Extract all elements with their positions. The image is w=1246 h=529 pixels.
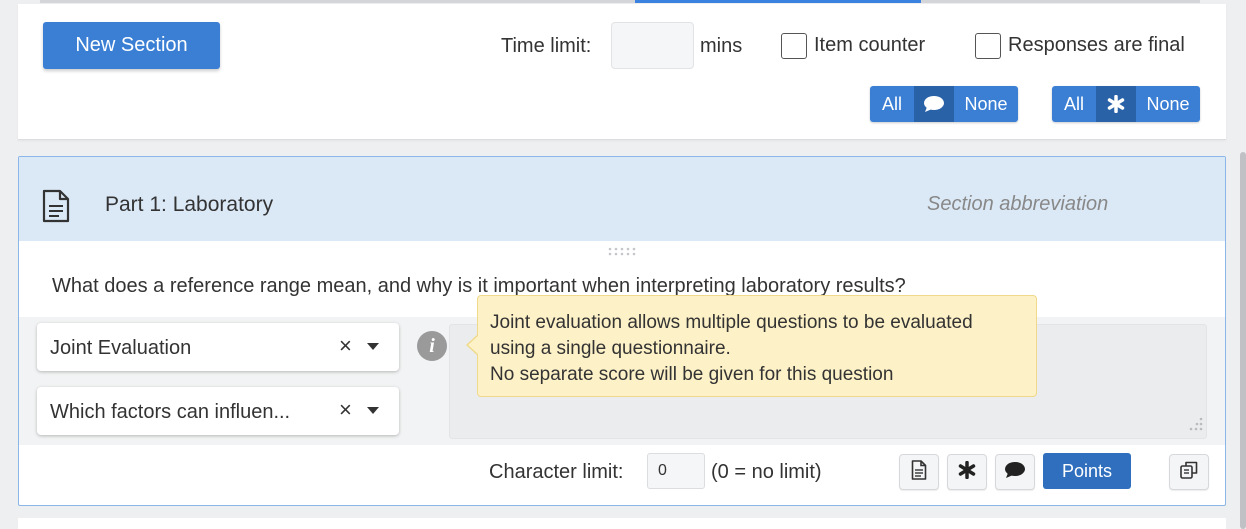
- asterisk-icon: [1096, 86, 1136, 122]
- section-header: Part 1: Laboratory Section abbreviation: [19, 157, 1225, 241]
- character-limit-label: Character limit:: [489, 461, 624, 483]
- top-tab-strip: [40, 0, 1200, 3]
- drag-handle-icon[interactable]: [607, 245, 639, 257]
- character-limit-hint: (0 = no limit): [711, 461, 822, 483]
- scrollbar[interactable]: [1240, 152, 1246, 529]
- tooltip-line: Joint evaluation allows multiple questio…: [490, 312, 973, 333]
- info-icon[interactable]: i: [417, 331, 447, 361]
- comment-button[interactable]: [995, 454, 1035, 490]
- tooltip-line: No separate score will be given for this…: [490, 364, 894, 385]
- clear-icon[interactable]: ×: [339, 333, 352, 359]
- copy-icon: [1179, 460, 1199, 485]
- document-icon: [911, 459, 927, 485]
- resize-handle-icon[interactable]: [1185, 415, 1205, 440]
- required-none-button[interactable]: None: [1136, 86, 1200, 122]
- comment-toggle-group: All None: [870, 86, 1018, 122]
- time-limit-unit: mins: [700, 35, 743, 57]
- responses-final-checkbox[interactable]: [975, 33, 1001, 59]
- clear-icon[interactable]: ×: [339, 397, 352, 423]
- comment-all-button[interactable]: All: [870, 86, 914, 122]
- points-button[interactable]: Points: [1043, 453, 1131, 489]
- asterisk-icon: [958, 460, 976, 484]
- toolbar-card: New Section Time limit: mins Item counte…: [18, 4, 1226, 140]
- item-counter-label: Item counter: [814, 34, 926, 56]
- section-title[interactable]: Part 1: Laboratory: [105, 193, 273, 217]
- required-all-button[interactable]: All: [1052, 86, 1096, 122]
- required-button[interactable]: [947, 454, 987, 490]
- comment-none-button[interactable]: None: [954, 86, 1018, 122]
- document-button[interactable]: [899, 454, 939, 490]
- speech-bubble-icon: [1004, 461, 1026, 484]
- new-section-button[interactable]: New Section: [43, 22, 220, 69]
- section-abbreviation-input[interactable]: Section abbreviation: [927, 193, 1108, 216]
- evaluation-select-value: Joint Evaluation: [50, 337, 192, 359]
- character-limit-input[interactable]: 0: [647, 453, 705, 489]
- tooltip-line: using a single questionnaire.: [490, 338, 731, 359]
- evaluation-select[interactable]: Joint Evaluation ×: [37, 323, 399, 371]
- linked-question-select[interactable]: Which factors can influen... ×: [37, 387, 399, 435]
- document-icon: [41, 189, 71, 228]
- chevron-down-icon[interactable]: [367, 407, 379, 414]
- active-tab-indicator: [635, 0, 921, 3]
- time-limit-input[interactable]: [611, 22, 694, 69]
- joint-evaluation-tooltip: Joint evaluation allows multiple questio…: [466, 295, 1037, 397]
- section-card: Part 1: Laboratory Section abbreviation …: [18, 156, 1226, 506]
- item-counter-checkbox[interactable]: [781, 33, 807, 59]
- responses-final-label: Responses are final: [1008, 34, 1185, 56]
- speech-bubble-icon: [914, 86, 954, 122]
- time-limit-label: Time limit:: [501, 35, 592, 57]
- next-section-card: [18, 518, 1226, 529]
- required-toggle-group: All None: [1052, 86, 1200, 122]
- linked-question-select-value: Which factors can influen...: [50, 401, 291, 423]
- copy-button[interactable]: [1169, 454, 1209, 490]
- chevron-down-icon[interactable]: [367, 343, 379, 350]
